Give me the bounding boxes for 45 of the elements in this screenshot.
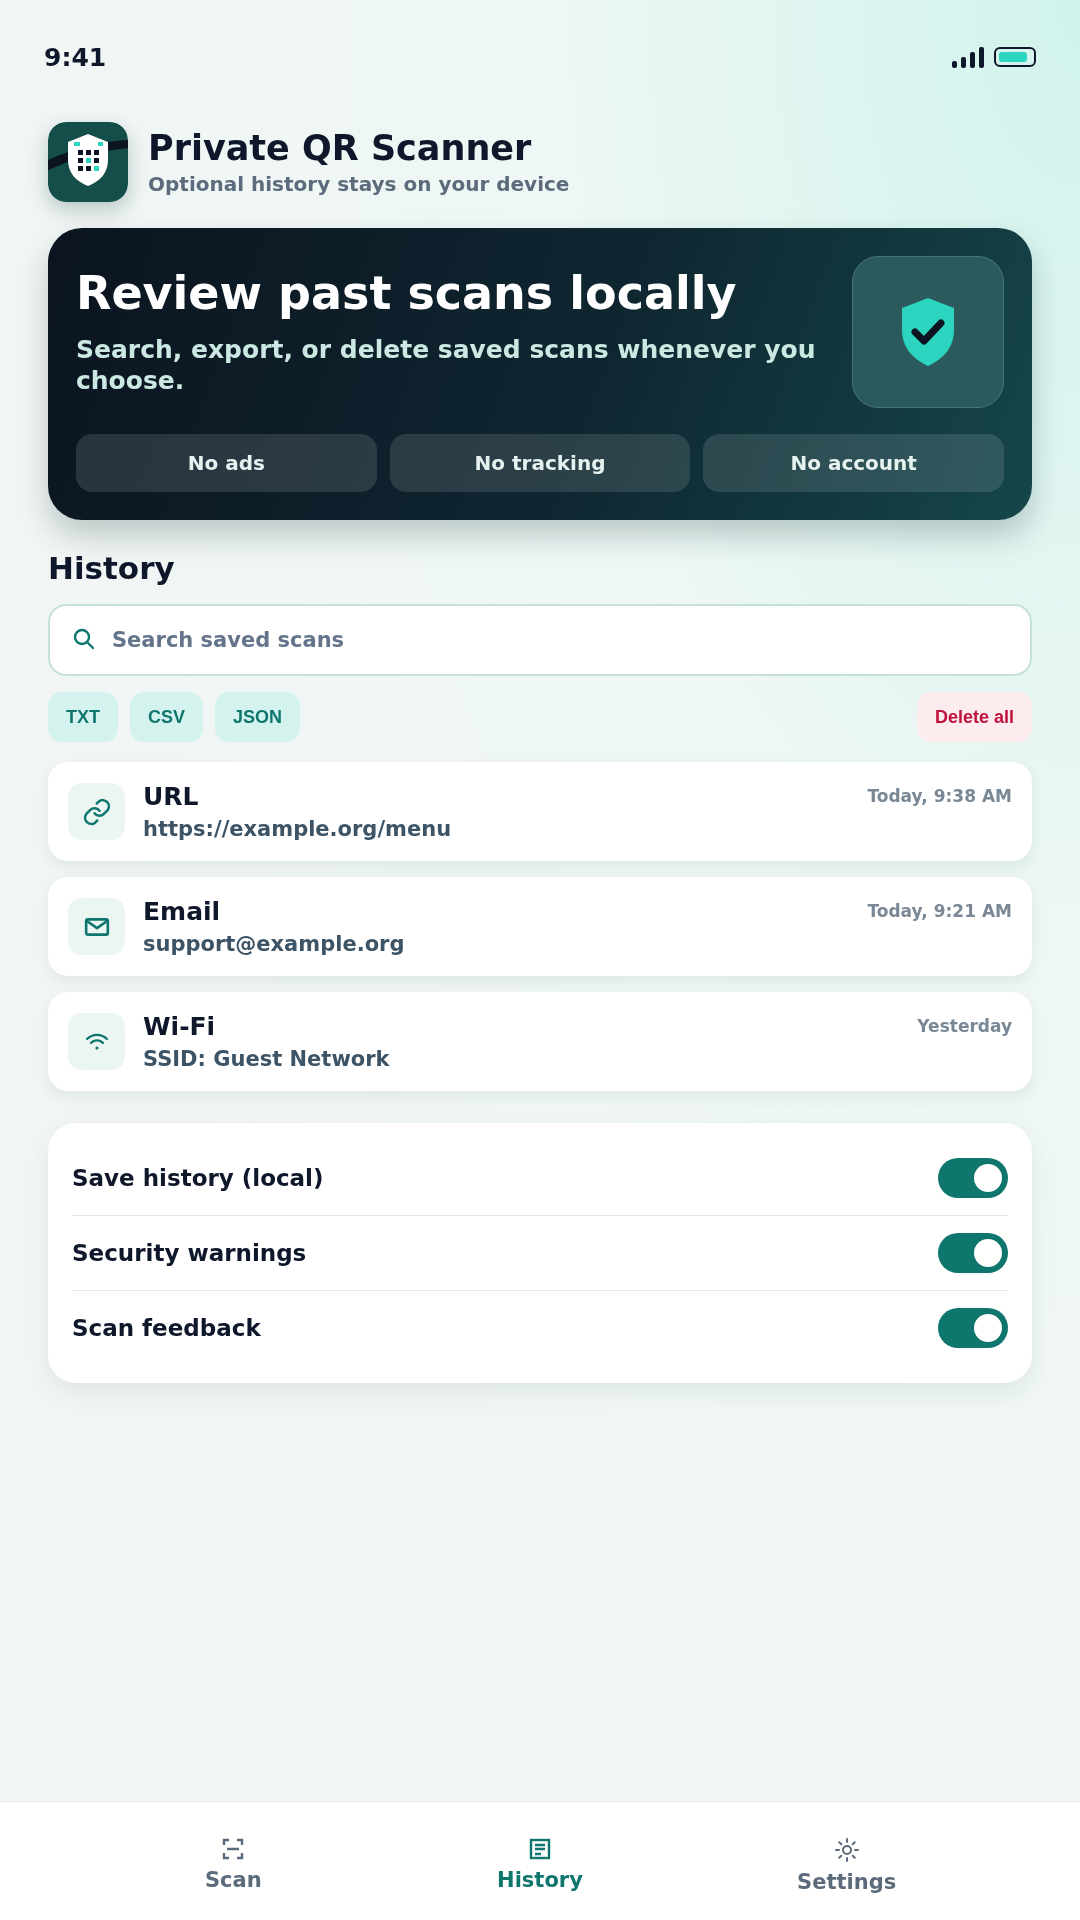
link-icon — [81, 796, 112, 827]
setting-label: Save history (local) — [72, 1165, 324, 1191]
item-value: https://example.org/menu — [143, 817, 453, 841]
item-type: Wi-Fi — [143, 1012, 217, 1041]
sun-icon — [834, 1838, 859, 1862]
toggle-switch[interactable] — [938, 1233, 1008, 1273]
hero-subtitle: Search, export, or delete saved scans whenever you choose. — [76, 334, 817, 396]
status-time: 9:41 — [44, 42, 107, 72]
wifi-icon — [84, 1031, 109, 1052]
scan-icon — [222, 1838, 245, 1860]
app-logo-icon — [48, 122, 128, 202]
signal-icon — [952, 46, 984, 68]
search-field[interactable]: Search saved scans — [48, 604, 1032, 676]
history-item[interactable]: URL https://example.org/menu Today, 9:38 AM — [48, 762, 1032, 861]
delete-all-button[interactable]: Delete all — [916, 692, 1032, 742]
mail-icon — [83, 915, 110, 938]
item-type: URL — [143, 782, 200, 811]
app-title: Private QR Scanner — [148, 128, 533, 168]
feature-pill: No account — [703, 434, 1004, 492]
nav-tab[interactable]: Settings — [693, 1802, 1000, 1920]
list-icon — [529, 1838, 551, 1860]
nav-tab[interactable]: History — [386, 1802, 694, 1920]
app-subtitle: Optional history stays on your device — [148, 172, 570, 196]
export-button[interactable]: TXT — [48, 692, 118, 742]
item-value: SSID: Guest Network — [143, 1047, 391, 1071]
item-type: Email — [143, 897, 222, 926]
item-time: Yesterday — [917, 1016, 1012, 1036]
toggle-switch[interactable] — [938, 1158, 1008, 1198]
setting-label: Scan feedback — [72, 1315, 261, 1341]
history-item[interactable]: Wi-Fi SSID: Guest Network Yesterday — [48, 992, 1032, 1091]
feature-pill: No tracking — [389, 434, 691, 492]
item-value: support@example.org — [143, 932, 406, 956]
export-button[interactable]: CSV — [130, 692, 203, 742]
section-heading: History — [48, 550, 176, 586]
nav-tab[interactable]: Scan — [80, 1802, 387, 1920]
battery-icon — [994, 46, 1036, 68]
item-time: Today, 9:21 AM — [867, 901, 1012, 921]
toggle-switch[interactable] — [938, 1308, 1008, 1348]
setting-label: Security warnings — [72, 1240, 307, 1266]
item-time: Today, 9:38 AM — [867, 786, 1012, 806]
shield-check-icon — [902, 298, 954, 366]
export-button[interactable]: JSON — [215, 692, 301, 742]
feature-pill: No ads — [76, 434, 377, 492]
hero-title: Review past scans locally — [76, 266, 738, 320]
history-item[interactable]: Email support@example.org Today, 9:21 AM — [48, 877, 1032, 976]
